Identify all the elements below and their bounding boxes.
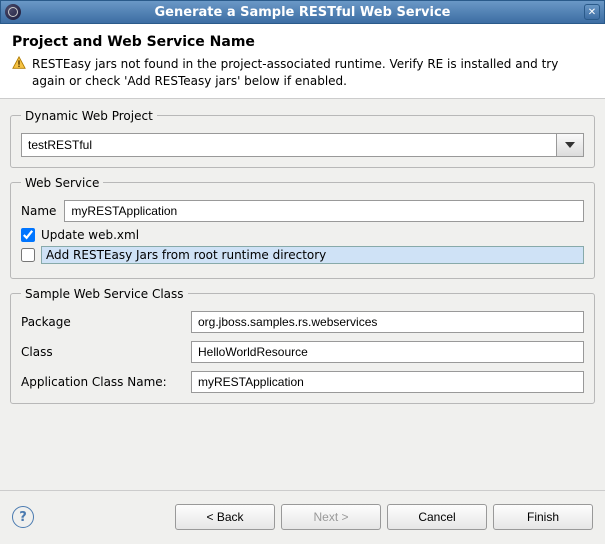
add-resteasy-label: Add RESTEasy Jars from root runtime dire…: [41, 246, 584, 264]
appclass-label: Application Class Name:: [21, 375, 181, 389]
add-resteasy-checkbox[interactable]: [21, 248, 35, 262]
appclass-input[interactable]: [191, 371, 584, 393]
webservice-legend: Web Service: [21, 176, 103, 190]
webservice-fieldset: Web Service Name Update web.xml Add REST…: [10, 176, 595, 279]
project-dropdown-button[interactable]: [556, 133, 584, 157]
ws-name-label: Name: [21, 204, 56, 218]
wizard-header: Project and Web Service Name RESTEasy ja…: [0, 24, 605, 99]
content-area: Dynamic Web Project Web Service Name Upd…: [0, 99, 605, 490]
package-label: Package: [21, 315, 181, 329]
finish-button[interactable]: Finish: [493, 504, 593, 530]
sample-legend: Sample Web Service Class: [21, 287, 188, 301]
class-input[interactable]: [191, 341, 584, 363]
sample-fieldset: Sample Web Service Class Package Class A…: [10, 287, 595, 404]
back-button[interactable]: < Back: [175, 504, 275, 530]
warning-text: RESTEasy jars not found in the project-a…: [32, 56, 593, 90]
project-input[interactable]: [21, 133, 556, 157]
project-legend: Dynamic Web Project: [21, 109, 157, 123]
close-icon[interactable]: ✕: [584, 4, 600, 20]
class-label: Class: [21, 345, 181, 359]
warning-message: RESTEasy jars not found in the project-a…: [12, 56, 593, 90]
help-icon[interactable]: ?: [12, 506, 34, 528]
window-title: Generate a Sample RESTful Web Service: [155, 5, 451, 20]
cancel-button[interactable]: Cancel: [387, 504, 487, 530]
warning-icon: [12, 56, 26, 70]
app-icon: [5, 4, 21, 20]
project-fieldset: Dynamic Web Project: [10, 109, 595, 168]
project-combo[interactable]: [21, 133, 584, 157]
update-webxml-checkbox[interactable]: [21, 228, 35, 242]
next-button: Next >: [281, 504, 381, 530]
button-bar: ? < Back Next > Cancel Finish: [0, 490, 605, 544]
update-webxml-label: Update web.xml: [41, 228, 139, 242]
title-bar: Generate a Sample RESTful Web Service ✕: [0, 0, 605, 24]
chevron-down-icon: [565, 142, 575, 148]
package-input[interactable]: [191, 311, 584, 333]
ws-name-input[interactable]: [64, 200, 584, 222]
page-title: Project and Web Service Name: [12, 34, 593, 50]
